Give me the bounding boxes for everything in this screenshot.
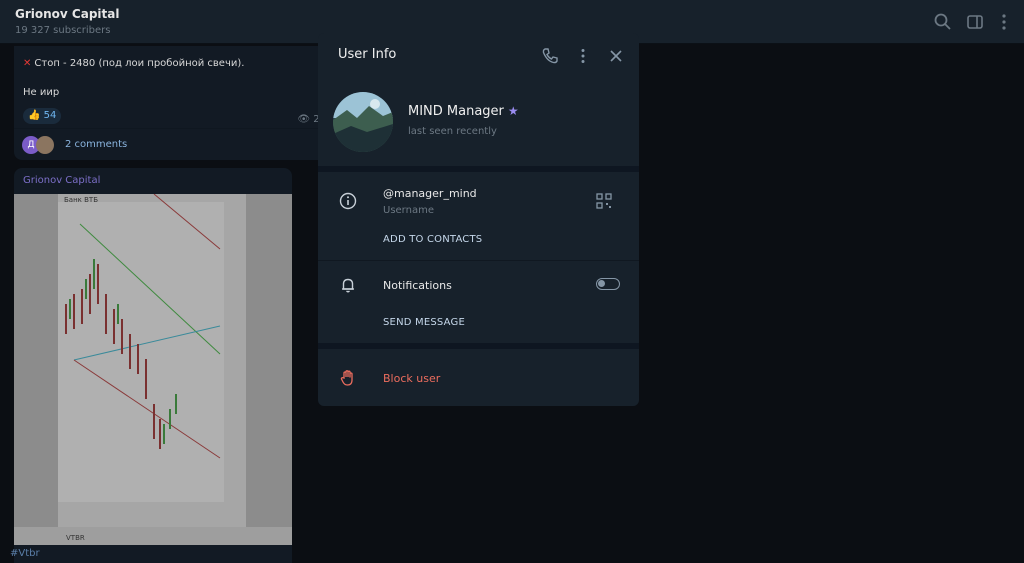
modal-title: User Info <box>338 47 397 62</box>
sidebar-toggle-icon[interactable] <box>965 12 985 32</box>
chart-bank-label: Банк ВТБ <box>64 196 98 204</box>
cross-mark-icon: ✕ <box>23 58 32 69</box>
message-text-line: ✕ Стоп - 2480 (под лои пробойной свечи). <box>23 58 245 69</box>
message-bubble[interactable]: Grionov Capital Банк ВТБ VTBR <box>14 168 292 563</box>
subscriber-count: 19 327 subscribers <box>15 25 111 36</box>
divider <box>14 128 332 129</box>
notifications-toggle[interactable] <box>596 278 620 290</box>
chart-image[interactable]: Банк ВТБ VTBR <box>14 193 292 545</box>
section-separator <box>318 166 639 172</box>
thumbs-up-icon: 👍 <box>28 110 41 121</box>
message-author: Grionov Capital <box>23 175 101 186</box>
more-vertical-icon[interactable] <box>574 47 592 65</box>
send-message-button[interactable]: SEND MESSAGE <box>383 317 465 328</box>
toggle-knob <box>598 280 605 287</box>
close-icon[interactable] <box>607 47 625 65</box>
phone-icon[interactable] <box>541 47 559 65</box>
message-bubble[interactable]: ✕ Стоп - 2480 (под лои пробойной свечи). … <box>14 46 332 160</box>
more-vertical-icon[interactable] <box>994 12 1014 32</box>
avatar[interactable] <box>333 92 393 152</box>
hand-stop-icon <box>340 370 353 386</box>
bell-icon <box>342 278 354 293</box>
reaction-badge[interactable]: 👍 54 <box>23 108 62 124</box>
add-to-contacts-button[interactable]: ADD TO CONTACTS <box>383 234 482 245</box>
username-value[interactable]: @manager_mind <box>383 187 477 200</box>
chart-ticker-label: VTBR <box>66 534 85 542</box>
reaction-count: 54 <box>43 110 57 121</box>
comments-link[interactable]: 2 comments <box>65 139 127 150</box>
eye-icon: 👁 <box>297 114 311 125</box>
username-label: Username <box>383 205 434 216</box>
premium-star-icon: ★ <box>507 104 519 118</box>
section-separator <box>318 343 639 349</box>
channel-title: Grionov Capital <box>15 7 120 21</box>
divider <box>318 260 639 261</box>
user-name: MIND Manager ★ <box>408 104 519 119</box>
qr-code-icon[interactable] <box>595 192 613 210</box>
user-info-modal: User Info MIND Manager ★ last seen recent… <box>318 33 639 406</box>
search-icon[interactable] <box>933 12 953 32</box>
hashtag-link[interactable]: #Vtbr <box>10 548 40 559</box>
info-icon <box>339 192 357 210</box>
last-seen-status: last seen recently <box>408 126 497 137</box>
message-text-line: Не иир <box>23 87 60 98</box>
block-user-button[interactable]: Block user <box>383 372 440 385</box>
commenter-avatar <box>36 136 54 154</box>
notifications-label: Notifications <box>383 279 452 292</box>
